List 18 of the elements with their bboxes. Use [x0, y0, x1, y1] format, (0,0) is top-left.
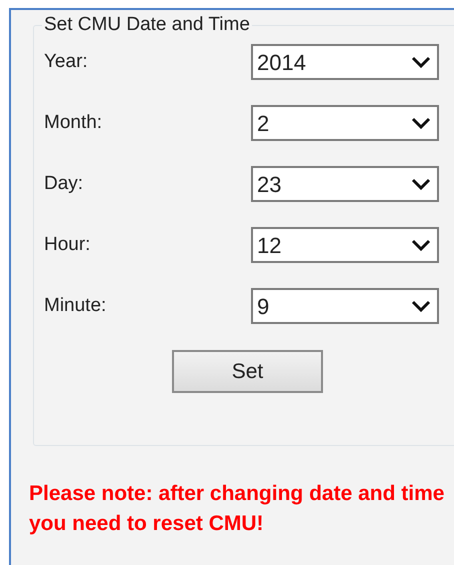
field-label: Minute: — [44, 294, 108, 318]
field-label: Month: — [44, 110, 104, 135]
field-label: Day: — [44, 172, 84, 196]
group-title: Set CMU Date and Time — [43, 14, 251, 36]
chevron-down-icon — [411, 300, 431, 312]
chevron-down-icon — [411, 117, 431, 129]
chevron-down-icon — [411, 178, 431, 190]
chevron-down-icon — [411, 239, 431, 251]
dropdown[interactable]: 9 — [251, 288, 439, 324]
dropdown[interactable]: 12 — [251, 227, 439, 263]
field-label: Hour: — [44, 232, 92, 257]
chevron-down-icon — [411, 56, 431, 68]
set-button[interactable]: Set — [172, 350, 323, 393]
field-label: Year: — [44, 50, 89, 74]
warning-note: Please note: after changing date and time you need to reset CMU! — [29, 481, 446, 537]
dropdown[interactable]: 2 — [251, 105, 439, 141]
dropdown[interactable]: 2014 — [251, 44, 439, 80]
dropdown[interactable]: 23 — [251, 166, 439, 202]
